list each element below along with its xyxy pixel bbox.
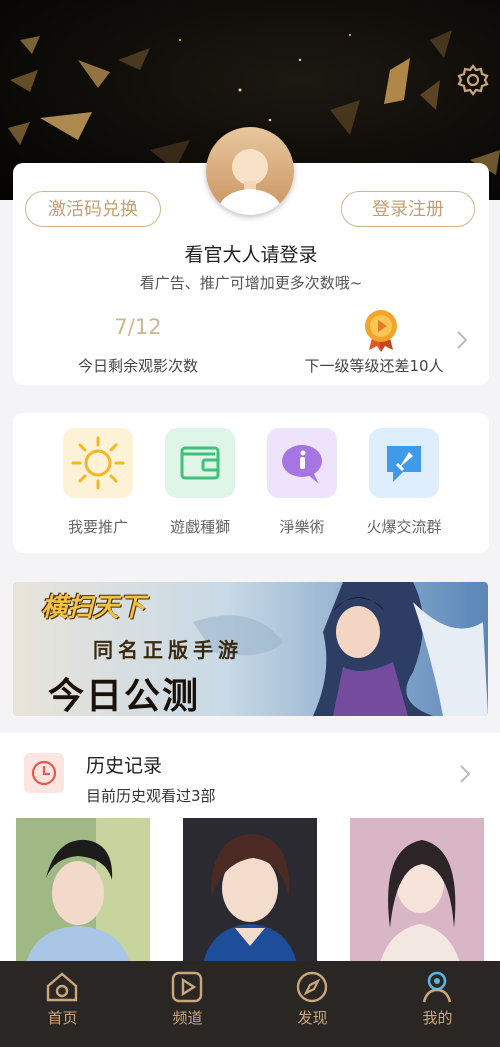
banner-title: 今日公测 — [48, 675, 201, 716]
shortcut-label: 我要推广 — [67, 518, 128, 536]
tab-label: 我的 — [422, 1009, 453, 1027]
views-remaining-count: 7/12 — [114, 315, 162, 339]
tab-label: 首页 — [47, 1009, 78, 1027]
history-title[interactable]: 历史记录 — [86, 751, 162, 778]
tab-label: 频道 — [172, 1009, 203, 1027]
info-chat-icon — [267, 428, 337, 498]
settings-button[interactable] — [455, 62, 491, 98]
user-icon — [422, 971, 452, 1003]
tab-label: 发现 — [297, 1009, 328, 1027]
history-thumbnail[interactable] — [350, 818, 484, 963]
banner-subtitle: 同名正版手游 — [93, 638, 243, 662]
history-thumbnail[interactable] — [16, 818, 150, 963]
tab-mine[interactable]: 我的 — [375, 961, 500, 1047]
default-avatar-icon — [216, 149, 284, 215]
history-section: 历史记录 目前历史观看过3部 — [0, 733, 500, 963]
shortcut-label: 淨樂術 — [279, 518, 325, 536]
rocket-chat-icon — [369, 428, 439, 498]
history-clock-icon — [24, 753, 64, 793]
tab-discover[interactable]: 发现 — [250, 961, 375, 1047]
redeem-code-button[interactable]: 激活码兑换 — [25, 191, 161, 227]
next-level-label: 下一级等级还差10人 — [304, 357, 444, 375]
shortcut-label: 火爆交流群 — [366, 518, 442, 536]
avatar[interactable] — [206, 127, 294, 215]
shortcut-info[interactable]: 淨樂術 — [252, 428, 352, 538]
thumbnail-image — [350, 818, 484, 963]
views-remaining-label: 今日剩余观影次数 — [77, 357, 198, 375]
promo-banner[interactable]: 横扫天下 同名正版手游 今日公测 — [13, 582, 488, 716]
shortcut-game-center[interactable]: 遊戲種獅 — [150, 428, 250, 538]
compass-icon — [296, 971, 328, 1003]
sun-icon — [63, 428, 133, 498]
play-icon — [171, 971, 203, 1003]
shortcut-grid: 我要推广 遊戲種獅 淨樂術 火爆交流群 — [13, 413, 489, 553]
thumbnail-image — [183, 818, 317, 963]
login-prompt-title[interactable]: 看官大人请登录 — [13, 240, 489, 267]
chevron-right-icon[interactable] — [455, 329, 469, 351]
tab-channel[interactable]: 频道 — [125, 961, 250, 1047]
bottom-tab-bar: 首页 频道 发现 我的 — [0, 961, 500, 1047]
history-subtitle: 目前历史观看过3部 — [86, 787, 216, 805]
medal-icon — [365, 310, 397, 352]
login-prompt-subtitle: 看广告、推广可增加更多次数哦~ — [139, 274, 363, 292]
tab-home[interactable]: 首页 — [0, 961, 125, 1047]
history-thumbnail[interactable] — [183, 818, 317, 963]
chevron-right-icon[interactable] — [458, 763, 472, 785]
shortcut-chat-group[interactable]: 火爆交流群 — [354, 428, 454, 538]
thumbnail-image — [16, 818, 150, 963]
wallet-icon — [165, 428, 235, 498]
shortcut-promote[interactable]: 我要推广 — [48, 428, 148, 538]
home-icon — [46, 972, 78, 1002]
login-register-button[interactable]: 登录注册 — [341, 191, 475, 227]
shortcut-label: 遊戲種獅 — [169, 518, 230, 536]
gear-icon — [457, 64, 489, 96]
banner-game-logo: 横扫天下 — [41, 593, 146, 623]
